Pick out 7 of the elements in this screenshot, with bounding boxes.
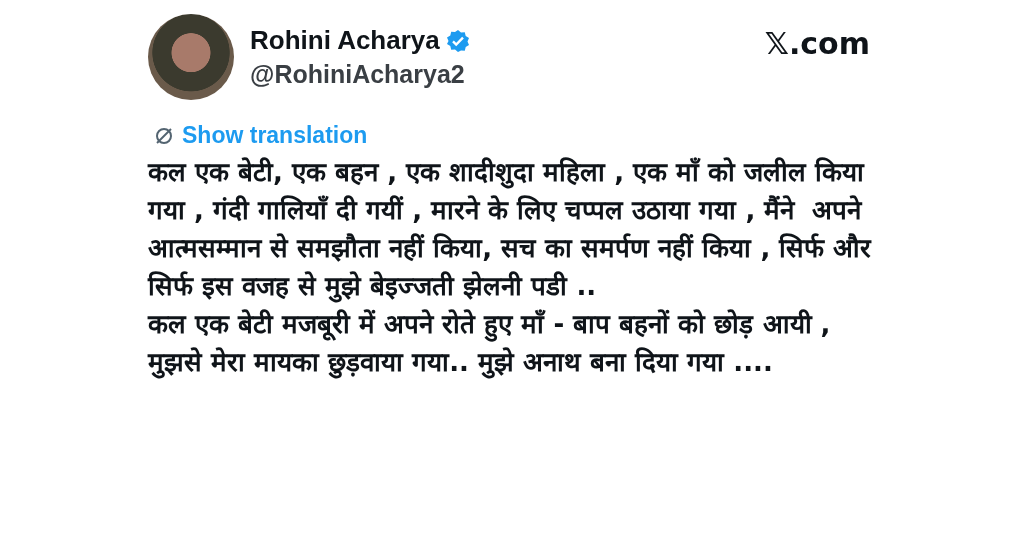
translate-icon (154, 125, 174, 146)
tweet-paragraph: कल एक बेटी मजबूरी में अपने रोते हुए माँ - बाप बहनों को छोड़ आयी , मुझसे मेरा मायका छुड़वाया गया.. मुझे अनाथ बना दिया गया .... (148, 308, 832, 381)
show-translation-link[interactable]: Show translation (182, 122, 368, 149)
site-label: 𝕏.com (764, 25, 870, 61)
tweet-paragraph: कल एक बेटी, एक बहन , एक शादीशुदा महिला , एक माँ को जलील किया गया , गंदी गालियाँ दी गयीं , मारने के लिए चप्पल उठाया गया , मैंने अपने आत्मसम्मान से समझौता नहीं किया, सच का समर्पण नहीं किया , सिर्फ और सिर्फ इस वजह से मुझे बेइज्जती झेलनी पडी .. (148, 156, 873, 305)
author-handle: @RohiniAcharya2 (250, 60, 466, 89)
author-name: Rohini Acharya (250, 25, 440, 56)
